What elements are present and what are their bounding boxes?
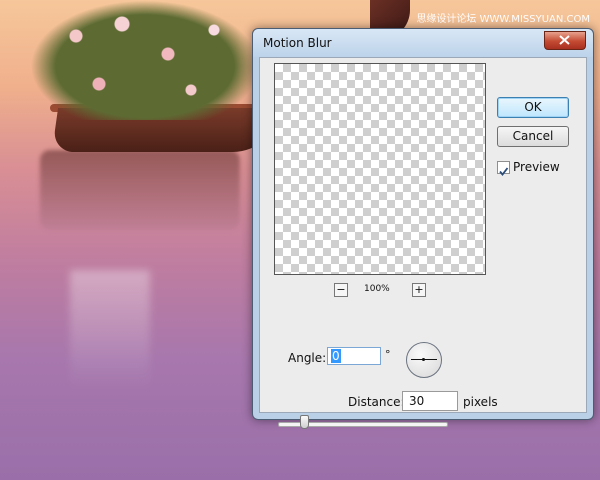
dialog-title: Motion Blur <box>263 36 332 50</box>
water-reflection <box>40 150 240 230</box>
distance-slider-thumb[interactable] <box>300 415 309 429</box>
motion-blur-dialog: Motion Blur − 100% + OK Cancel Preview A… <box>252 28 594 429</box>
flower-bouquet <box>30 0 260 120</box>
zoom-level: 100% <box>364 284 390 294</box>
distance-value: 30 <box>409 394 425 408</box>
zoom-in-button[interactable]: + <box>412 283 426 297</box>
angle-dial-icon[interactable] <box>406 342 442 378</box>
dial-center <box>422 358 425 361</box>
watermark-text: 思缘设计论坛 WWW.MISSYUAN.COM <box>416 14 590 25</box>
preview-canvas[interactable] <box>274 63 486 275</box>
preview-checkbox[interactable] <box>497 161 510 176</box>
distance-unit: pixels <box>463 395 498 409</box>
distance-input[interactable]: 30 <box>402 391 458 411</box>
angle-unit: ° <box>385 348 391 361</box>
angle-input[interactable]: 0 <box>327 347 381 365</box>
zoom-out-button[interactable]: − <box>334 283 348 297</box>
dialog-body: − 100% + OK Cancel Preview Angle: 0 ° Di… <box>259 57 587 429</box>
close-icon <box>559 35 570 45</box>
angle-label: Angle: <box>288 351 327 365</box>
ok-button[interactable]: OK <box>497 97 569 118</box>
distance-label: Distance: <box>348 395 405 409</box>
check-icon <box>499 167 509 176</box>
dialog-titlebar[interactable]: Motion Blur <box>253 29 593 57</box>
close-button[interactable] <box>544 31 586 50</box>
angle-value: 0 <box>331 349 341 363</box>
water-highlight <box>70 270 150 390</box>
cancel-button[interactable]: Cancel <box>497 126 569 147</box>
preview-label: Preview <box>513 160 560 174</box>
